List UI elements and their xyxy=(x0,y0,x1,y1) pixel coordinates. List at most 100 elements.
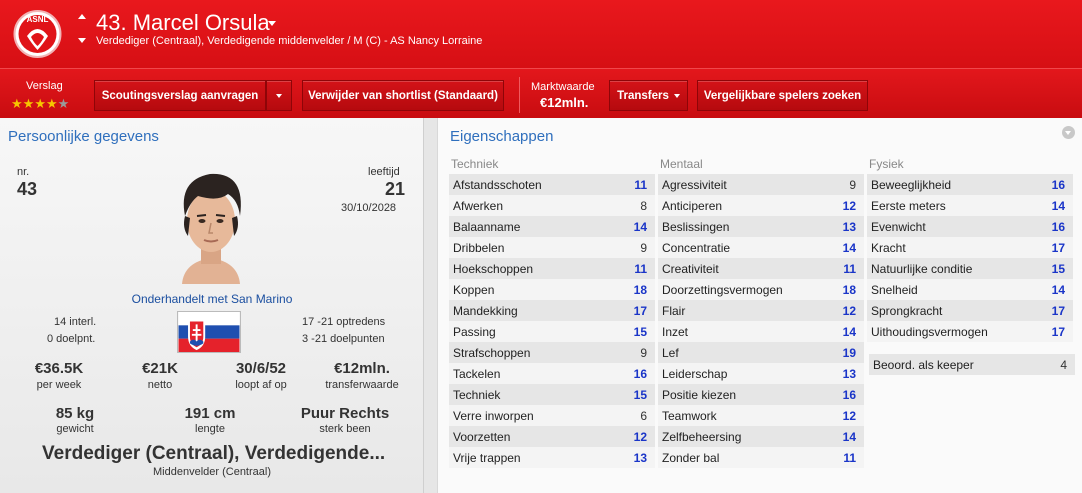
attribute-row[interactable]: Zonder bal 11 xyxy=(658,447,864,468)
attribute-row[interactable]: Dribbelen 9 xyxy=(449,237,655,258)
attribute-row[interactable]: Passing 15 xyxy=(449,321,655,342)
attribute-row[interactable]: Strafschoppen 9 xyxy=(449,342,655,363)
attribute-row[interactable]: Natuurlijke conditie 15 xyxy=(867,258,1073,279)
preferred-foot-label: sterk been xyxy=(319,423,371,435)
attribute-row[interactable]: Voorzetten 12 xyxy=(449,426,655,447)
previous-player-arrow-icon[interactable] xyxy=(78,14,86,19)
attribute-value: 9 xyxy=(849,177,856,192)
panel-title: Persoonlijke gegevens xyxy=(8,128,159,145)
player-positions-club: Verdediger (Centraal), Verdedigende midd… xyxy=(96,35,483,47)
attribute-value: 15 xyxy=(633,387,647,402)
transfer-value-label: transferwaarde xyxy=(325,379,399,391)
attribute-row[interactable]: Eerste meters 14 xyxy=(867,195,1073,216)
attribute-row[interactable]: Flair 12 xyxy=(658,300,864,321)
attribute-row[interactable]: Zelfbeheersing 14 xyxy=(658,426,864,447)
attribute-value: 15 xyxy=(1051,261,1065,276)
attribute-value: 12 xyxy=(633,429,647,444)
attribute-row[interactable]: Lef 19 xyxy=(658,342,864,363)
attribute-value: 14 xyxy=(842,324,856,339)
net-wage-value: €21K xyxy=(142,360,178,377)
attribute-name: Doorzettingsvermogen xyxy=(662,282,783,297)
attribute-value: 9 xyxy=(640,240,647,255)
contract-end-label: loopt af op xyxy=(235,379,287,391)
net-wage-label: netto xyxy=(147,379,173,391)
attribute-row[interactable]: Afwerken 8 xyxy=(449,195,655,216)
contract-end-value: 30/6/52 xyxy=(235,360,287,377)
attribute-value: 14 xyxy=(842,429,856,444)
attribute-row[interactable]: Teamwork 12 xyxy=(658,405,864,426)
attribute-value: 15 xyxy=(633,324,647,339)
attribute-row[interactable]: Hoekschoppen 11 xyxy=(449,258,655,279)
toolbar: Verslag ★★★★★ Scoutingsverslag aanvragen… xyxy=(0,68,1082,118)
report-stars[interactable]: ★★★★★ xyxy=(11,96,69,112)
attribute-name: Vrije trappen xyxy=(453,450,521,465)
attribute-value: 16 xyxy=(1051,177,1065,192)
keeper-rating-row: Beoord. als keeper 4 xyxy=(869,354,1075,375)
attribute-value: 12 xyxy=(842,198,856,213)
attribute-name: Natuurlijke conditie xyxy=(871,261,973,276)
attribute-row[interactable]: Agressiviteit 9 xyxy=(658,174,864,195)
positions-summary: Verdediger (Centraal), Verdedigende... xyxy=(42,443,386,464)
star-icon: ★ xyxy=(11,96,23,111)
attribute-name: Mandekking xyxy=(453,303,518,318)
attribute-name: Agressiviteit xyxy=(662,177,727,192)
attribute-row[interactable]: Positie kiezen 16 xyxy=(658,384,864,405)
attribute-row[interactable]: Afstandsschoten 11 xyxy=(449,174,655,195)
panel-menu-icon[interactable] xyxy=(1062,126,1075,139)
transfers-button[interactable]: Transfers xyxy=(609,80,688,111)
attribute-value: 14 xyxy=(1051,198,1065,213)
physical-attributes: Beweeglijkheid 16 Eerste meters 14 Evenwicht… xyxy=(867,174,1073,342)
attribute-row[interactable]: Tackelen 16 xyxy=(449,363,655,384)
attribute-row[interactable]: Inzet 14 xyxy=(658,321,864,342)
attribute-name: Balaanname xyxy=(453,219,521,234)
attribute-row[interactable]: Verre inworpen 6 xyxy=(449,405,655,426)
technical-attributes: Afstandsschoten 11 Afwerken 8 Balaanname 14 Dr… xyxy=(449,174,655,468)
attribute-row[interactable]: Vrije trappen 13 xyxy=(449,447,655,468)
attribute-value: 13 xyxy=(633,450,647,465)
attribute-row[interactable]: Techniek 15 xyxy=(449,384,655,405)
attribute-row[interactable]: Snelheid 14 xyxy=(867,279,1073,300)
attribute-value: 14 xyxy=(1051,282,1065,297)
attribute-value: 9 xyxy=(640,345,647,360)
remove-shortlist-button[interactable]: Verwijder van shortlist (Standaard) xyxy=(302,80,504,111)
attribute-row[interactable]: Concentratie 14 xyxy=(658,237,864,258)
attribute-row[interactable]: Balaanname 14 xyxy=(449,216,655,237)
attribute-name: Beslissingen xyxy=(662,219,730,234)
attribute-name: Sprongkracht xyxy=(871,303,943,318)
attribute-value: 18 xyxy=(633,282,647,297)
u21-goals: 3 -21 doelpunten xyxy=(302,333,385,345)
attribute-row[interactable]: Evenwicht 16 xyxy=(867,216,1073,237)
attribute-row[interactable]: Beweeglijkheid 16 xyxy=(867,174,1073,195)
attribute-row[interactable]: Uithoudingsvermogen 17 xyxy=(867,321,1073,342)
attribute-row[interactable]: Anticiperen 12 xyxy=(658,195,864,216)
attribute-value: 12 xyxy=(842,408,856,423)
star-icon: ★ xyxy=(22,96,35,111)
scouting-report-button[interactable]: Scoutingsverslag aanvragen xyxy=(94,80,266,111)
international-goals: 0 doelpnt. xyxy=(47,333,96,345)
next-player-arrow-icon[interactable] xyxy=(78,38,86,43)
wage-value: €36.5K xyxy=(34,360,84,377)
attribute-row[interactable]: Creativiteit 11 xyxy=(658,258,864,279)
attribute-value: 17 xyxy=(633,303,647,318)
nationality-status[interactable]: Onderhandelt met San Marino xyxy=(0,292,424,306)
similar-players-button[interactable]: Vergelijkbare spelers zoeken xyxy=(697,80,868,111)
attribute-row[interactable]: Mandekking 17 xyxy=(449,300,655,321)
transfers-label: Transfers xyxy=(617,89,669,102)
attribute-value: 11 xyxy=(634,261,647,276)
slovakia-flag-icon xyxy=(177,311,241,353)
player-header: ASNL 43. Marcel Orsula Verdediger (Centr… xyxy=(0,0,1082,68)
attribute-row[interactable]: Kracht 17 xyxy=(867,237,1073,258)
mental-attributes: Agressiviteit 9 Anticiperen 12 Beslissingen 1… xyxy=(658,174,864,468)
attribute-name: Beweeglijkheid xyxy=(871,177,952,192)
scouting-dropdown-button[interactable] xyxy=(266,80,292,111)
attribute-value: 14 xyxy=(842,240,856,255)
attribute-value: 12 xyxy=(842,303,856,318)
attribute-name: Afstandsschoten xyxy=(453,177,542,192)
attribute-row[interactable]: Doorzettingsvermogen 18 xyxy=(658,279,864,300)
attribute-row[interactable]: Sprongkracht 17 xyxy=(867,300,1073,321)
attribute-row[interactable]: Koppen 18 xyxy=(449,279,655,300)
attribute-name: Concentratie xyxy=(662,240,731,255)
attribute-row[interactable]: Beslissingen 13 xyxy=(658,216,864,237)
player-name-dropdown-icon[interactable] xyxy=(268,21,276,26)
attribute-row[interactable]: Leiderschap 13 xyxy=(658,363,864,384)
